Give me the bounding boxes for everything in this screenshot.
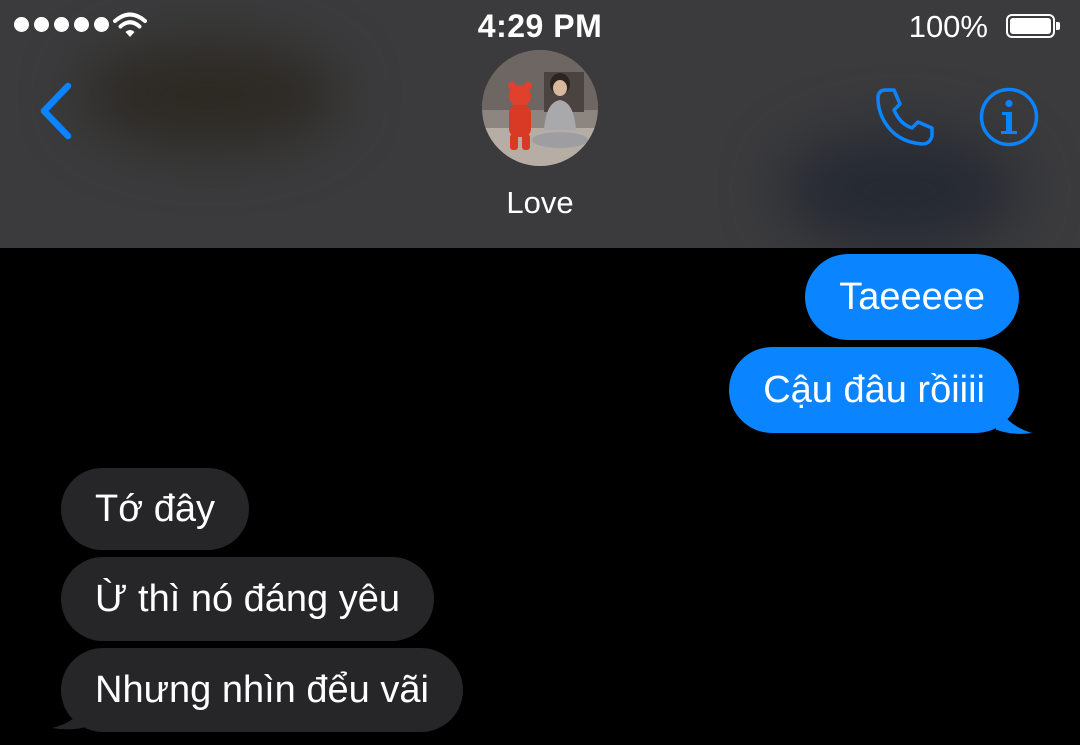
contact-name[interactable]: Love — [0, 185, 1080, 221]
phone-icon — [876, 88, 934, 146]
battery-icon — [1006, 14, 1060, 38]
outgoing-message-bubble[interactable]: Taeeeee — [805, 254, 1019, 340]
message-text: Taeeeee — [839, 275, 985, 318]
message-text: Tớ đây — [95, 487, 215, 530]
info-button[interactable] — [978, 86, 1040, 148]
message-text: Cậu đâu rồiiii — [763, 368, 985, 411]
conversation-header: 4:29 PM 100% Love — [0, 0, 1080, 248]
message-text: Ừ thì nó đáng yêu — [95, 577, 401, 620]
call-button[interactable] — [872, 84, 938, 150]
outgoing-message-bubble[interactable]: Cậu đâu rồiiii — [729, 347, 1019, 433]
message-text: Nhưng nhìn đểu vãi — [95, 668, 429, 711]
back-button[interactable] — [34, 80, 80, 142]
incoming-message-bubble[interactable]: Nhưng nhìn đểu vãi — [61, 648, 463, 732]
chevron-left-icon — [40, 82, 72, 140]
avatar-photo — [482, 50, 598, 166]
info-icon — [979, 87, 1039, 147]
incoming-message-bubble[interactable]: Tớ đây — [61, 468, 249, 550]
battery-percentage: 100% — [908, 9, 988, 44]
incoming-message-bubble[interactable]: Ừ thì nó đáng yêu — [61, 557, 435, 641]
contact-avatar[interactable] — [482, 50, 598, 166]
messages-screen: 4:29 PM 100% Love Taeeeee Cậu đâu rồiiii… — [0, 0, 1080, 745]
status-bar: 4:29 PM 100% — [0, 0, 1080, 52]
